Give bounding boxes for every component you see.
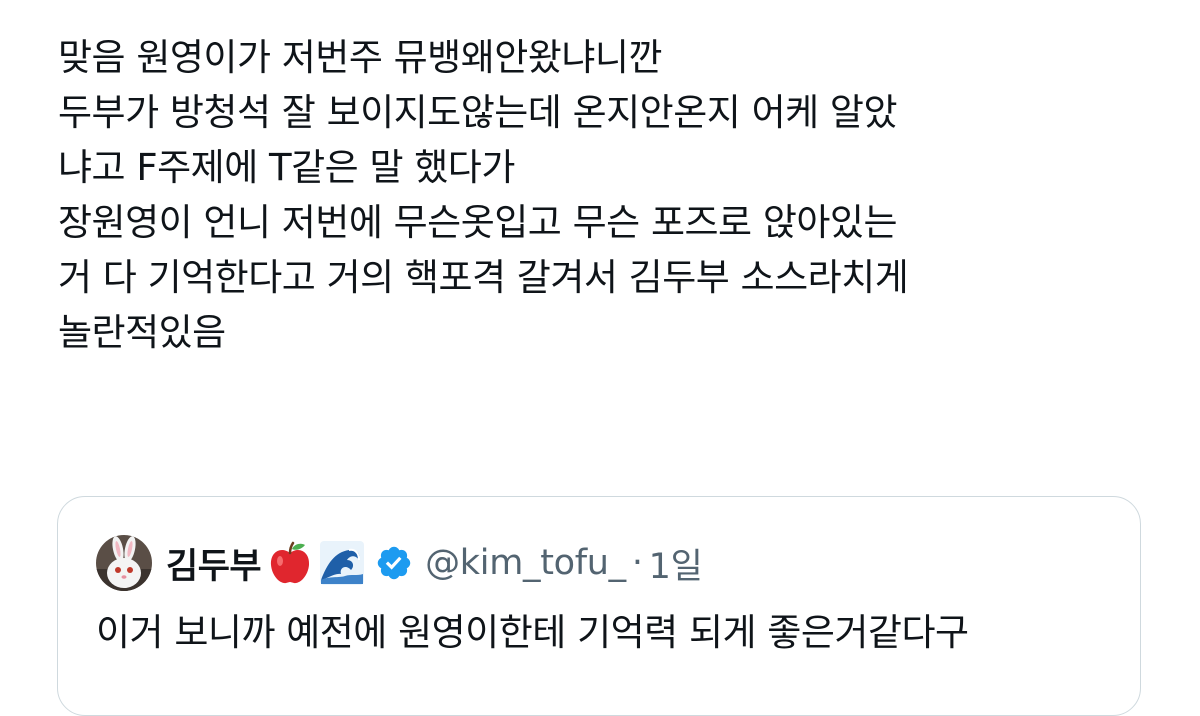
separator-dot: · (631, 543, 643, 583)
quote-text: 이거 보니까 예전에 원영이한테 기억력 되게 좋은거같다구 (96, 611, 969, 654)
avatar[interactable] (96, 535, 152, 591)
tweet-text-line: 냐고 F주제에 T같은 말 했다가 (58, 146, 515, 189)
quote-header: 김두부 @kim_tofu_ · 1일 (96, 535, 703, 591)
display-name[interactable]: 김두부 (166, 538, 262, 589)
tweet-text-line: 장원영이 언니 저번에 무슨옷입고 무슨 포즈로 앉아있는 (58, 201, 898, 244)
bunny-avatar-icon (96, 535, 152, 591)
tweet-text-line: 두부가 방청석 잘 보이지도않는데 온지안온지 어케 알았 (58, 91, 898, 134)
tweet-text-line: 거 다 기억한다고 거의 핵포격 갈겨서 김두부 소스라치게 (58, 256, 909, 299)
verified-badge-icon (377, 546, 411, 580)
water-wave-icon (320, 541, 365, 585)
tweet-text-line: 놀란적있음 (58, 311, 226, 354)
tweet-text-line: 맞음 원영이가 저번주 뮤뱅왜안왔냐니깐 (58, 36, 662, 79)
timestamp[interactable]: 1일 (649, 538, 703, 589)
quote-tweet-card[interactable]: 김두부 @kim_tofu_ · 1일 이거 보니까 예전에 원영이한테 기억력… (57, 496, 1141, 716)
red-apple-icon (271, 541, 310, 584)
tweet-text: 맞음 원영이가 저번주 뮤뱅왜안왔냐니깐 두부가 방청석 잘 보이지도않는데 온… (58, 30, 1168, 360)
user-handle[interactable]: @kim_tofu_ (425, 543, 626, 583)
